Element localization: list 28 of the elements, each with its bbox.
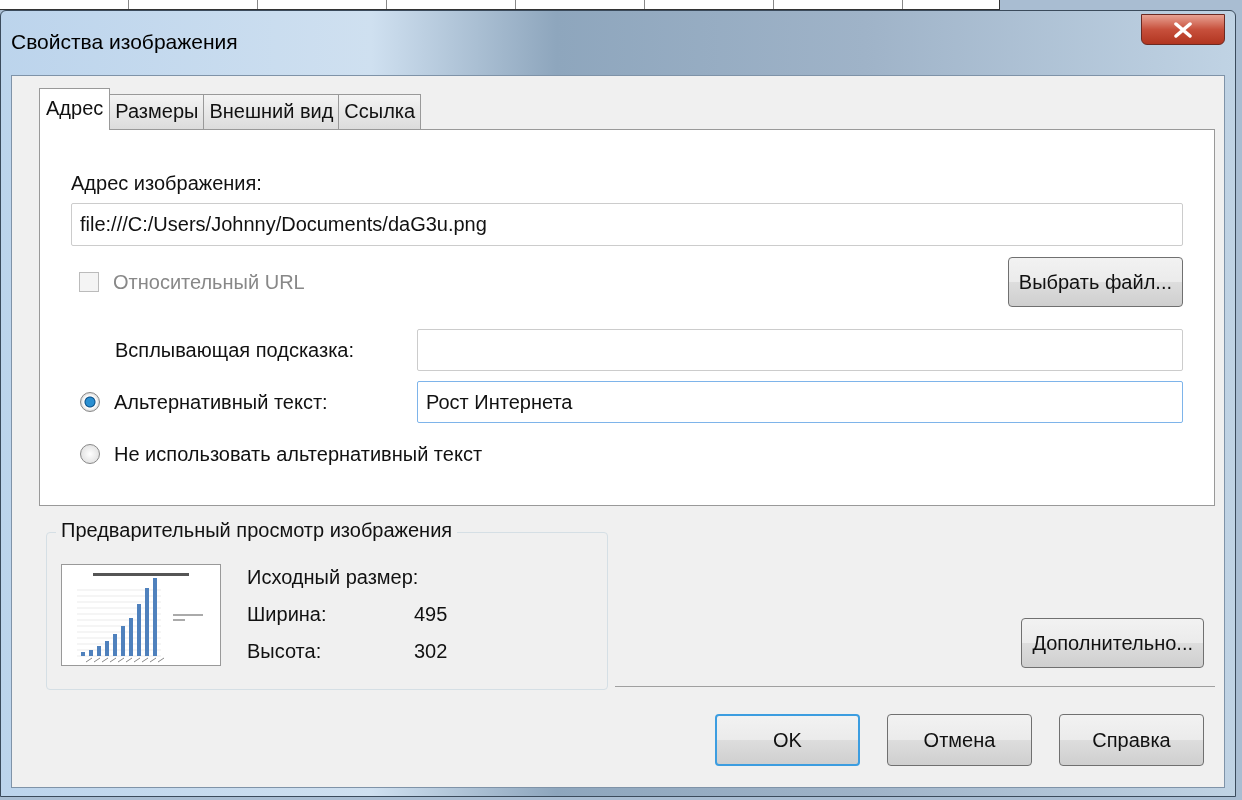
radio-label: Не использовать альтернативный текст xyxy=(114,442,483,466)
dimension-label: Ширина: xyxy=(247,603,328,626)
dialog-button[interactable]: OK xyxy=(715,714,860,766)
dimension-value: 495 xyxy=(414,603,448,626)
field-label: Адрес изображения: xyxy=(71,172,263,195)
field-label: Всплывающая подсказка: xyxy=(114,338,355,362)
close-icon xyxy=(1173,21,1193,38)
choose-file-button[interactable]: Выбрать файл... xyxy=(1007,257,1183,307)
address-field[interactable]: file:///C:/Users/Johnny/Documents/daG3u.png xyxy=(71,203,1183,246)
dialog-button[interactable]: Отмена xyxy=(887,714,1032,766)
tooltip-field[interactable] xyxy=(417,329,1183,371)
checkbox-label: Относительный URL xyxy=(113,270,305,294)
size-label: Исходный размер: xyxy=(247,566,420,589)
tab[interactable]: Размеры xyxy=(109,94,205,129)
alt-text-field[interactable]: Рост Интернета xyxy=(417,381,1183,423)
dialog-button[interactable]: Справка xyxy=(1059,714,1204,766)
tab[interactable]: Внешний вид xyxy=(203,94,340,129)
dimension-value: 302 xyxy=(414,640,448,663)
close-button[interactable] xyxy=(1141,14,1225,45)
dimension-label: Высота: xyxy=(247,640,323,663)
group-title: Предварительный просмотр изображения xyxy=(56,519,458,542)
tab[interactable]: Адрес xyxy=(39,88,111,130)
window-title: Свойства изображения xyxy=(11,30,238,54)
radio-label: Альтернативный текст: xyxy=(114,390,328,414)
radio-button[interactable] xyxy=(80,444,100,464)
radio-button[interactable] xyxy=(80,392,100,412)
tab[interactable]: Ссылка xyxy=(338,94,422,129)
advanced-button[interactable]: Дополнительно... xyxy=(1021,618,1204,668)
